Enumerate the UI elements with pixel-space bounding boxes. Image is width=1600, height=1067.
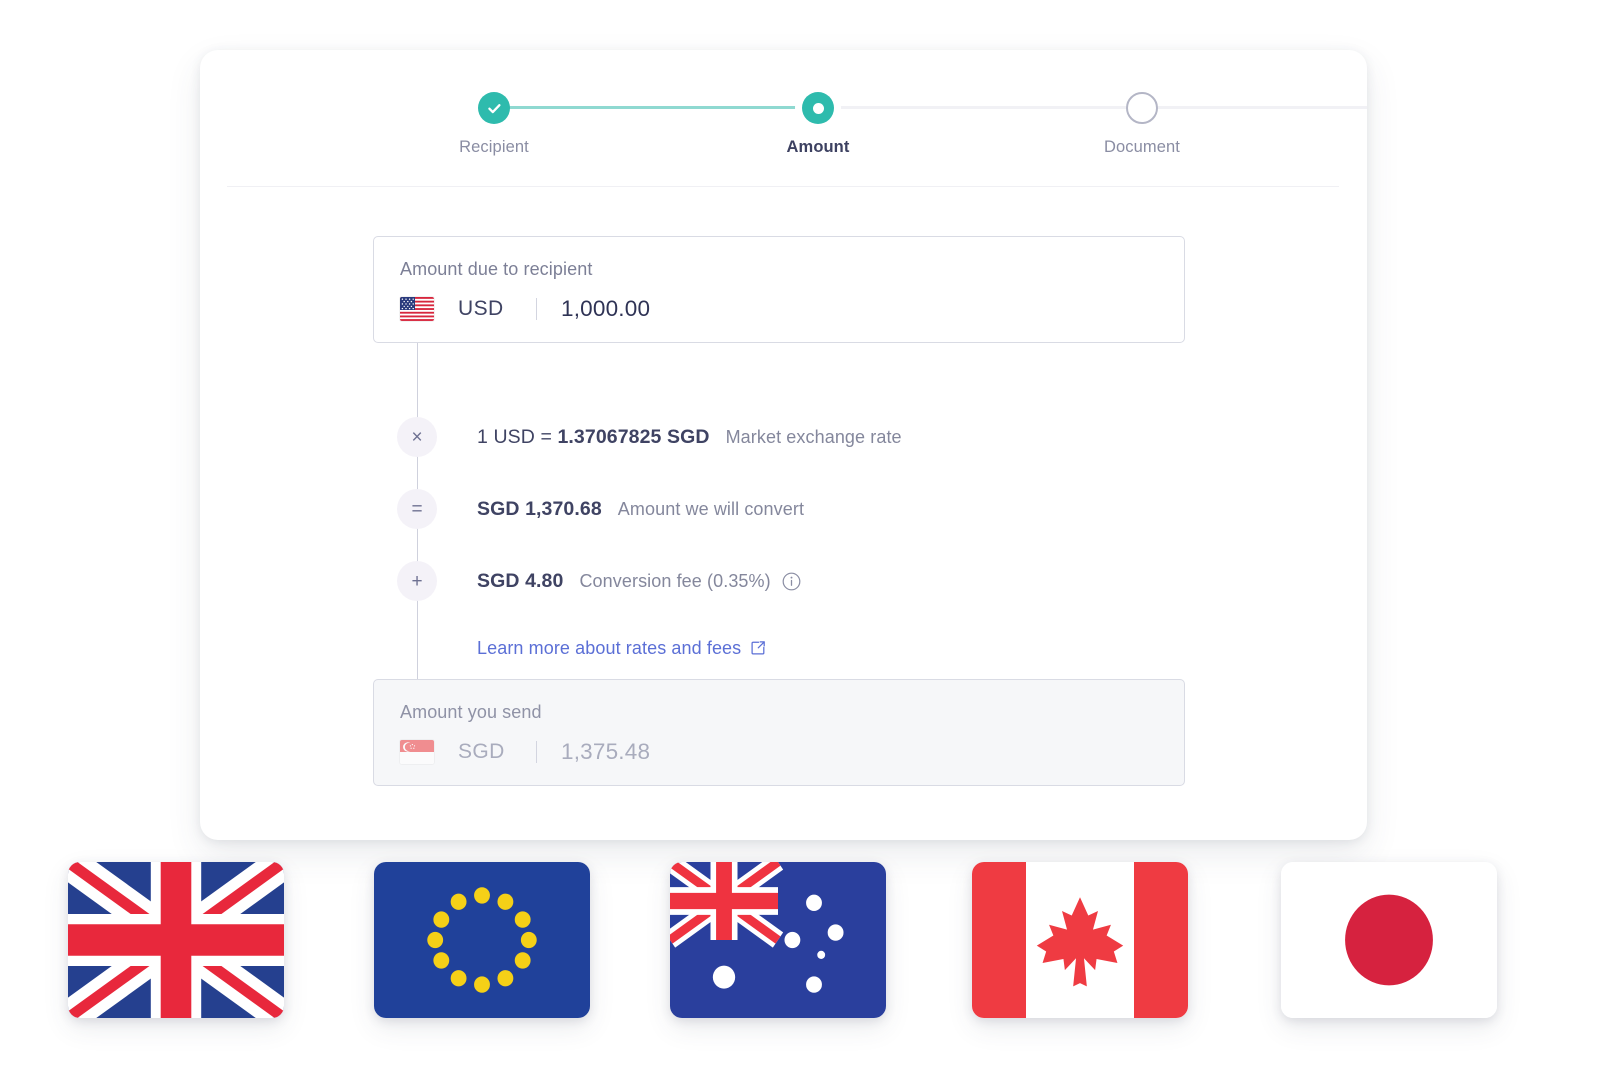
info-icon[interactable]: [782, 572, 801, 591]
recipient-amount-row: USD 1,000.00: [400, 296, 1158, 322]
send-amount-field: Amount you send SGD 1,375.48: [373, 679, 1185, 786]
multiply-icon: ×: [397, 417, 437, 457]
breakdown-rows: × 1 USD = 1.37067825 SGD Market exchange…: [373, 343, 1185, 679]
jp-flag-icon[interactable]: [1281, 862, 1497, 1018]
learn-more-rates-link[interactable]: Learn more about rates and fees: [477, 638, 766, 659]
ca-flag-icon[interactable]: [972, 862, 1188, 1018]
stepper-dot-wrap-document: [1067, 88, 1217, 128]
currency-flag-strip: [0, 862, 1600, 1042]
uk-flag-icon[interactable]: [68, 862, 284, 1018]
learn-more-label: Learn more about rates and fees: [477, 637, 742, 658]
external-link-icon: [750, 640, 766, 656]
recipient-amount-value[interactable]: 1,000.00: [561, 296, 650, 322]
header-divider: [227, 186, 1339, 187]
progress-stepper: Recipient Amount Document: [200, 50, 1367, 186]
conversion-fee-value: SGD 4.80: [477, 569, 564, 592]
stepper-label-recipient: Recipient: [459, 138, 529, 156]
eu-flag-icon[interactable]: [374, 862, 590, 1018]
exchange-rate-prefix: 1 USD =: [477, 425, 558, 448]
stepper-track: [494, 106, 1367, 109]
stepper-dot-wrap-recipient: [419, 88, 569, 128]
exchange-rate-value: 1 USD = 1.37067825 SGD: [477, 426, 710, 449]
empty-step-dot-icon: [1126, 92, 1158, 124]
exchange-rate-note: Market exchange rate: [725, 426, 902, 447]
exchange-rate-number: 1.37067825 SGD: [557, 425, 710, 448]
check-icon: [478, 92, 510, 124]
breakdown-row-fee: + SGD 4.80 Conversion fee (0.35%): [373, 545, 1185, 617]
recipient-amount-label: Amount due to recipient: [400, 259, 593, 279]
conversion-fee-note: Conversion fee (0.35%): [579, 570, 771, 591]
equals-icon: =: [397, 489, 437, 529]
field-separator: [536, 741, 537, 763]
field-separator: [536, 298, 537, 320]
au-flag-icon[interactable]: [670, 862, 886, 1018]
breakdown-row-convert: = SGD 1,370.68 Amount we will convert: [373, 473, 1185, 545]
active-step-dot-icon: [802, 92, 834, 124]
active-step-inner-dot: [812, 102, 824, 114]
send-amount-row: SGD 1,375.48: [400, 739, 1158, 765]
stepper-step-amount[interactable]: Amount: [743, 88, 893, 157]
page-root: Recipient Amount Document Amount due to …: [0, 0, 1600, 1067]
us-flag-icon[interactable]: [400, 297, 434, 321]
send-amount-value: 1,375.48: [561, 739, 651, 764]
breakdown-row-link: Learn more about rates and fees: [373, 617, 1185, 679]
stepper-step-document[interactable]: Document: [1067, 88, 1217, 157]
plus-icon: +: [397, 561, 437, 601]
rate-breakdown: × 1 USD = 1.37067825 SGD Market exchange…: [373, 343, 1185, 679]
convert-amount-note: Amount we will convert: [617, 498, 805, 519]
send-currency-code: SGD: [458, 740, 505, 763]
convert-amount-value: SGD 1,370.68: [477, 497, 602, 520]
amount-form: Amount due to recipient USD 1,000.00 × 1…: [373, 236, 1185, 786]
transfer-card: Recipient Amount Document Amount due to …: [200, 50, 1367, 840]
breakdown-row-rate: × 1 USD = 1.37067825 SGD Market exchange…: [373, 401, 1185, 473]
sg-flag-icon: [400, 740, 434, 764]
recipient-amount-field[interactable]: Amount due to recipient USD 1,000.00: [373, 236, 1185, 343]
send-amount-label: Amount you send: [400, 702, 542, 722]
stepper-label-document: Document: [1103, 138, 1180, 156]
stepper-dot-wrap-amount: [743, 88, 893, 128]
stepper-label-amount: Amount: [786, 138, 850, 156]
recipient-currency-code[interactable]: USD: [458, 297, 512, 321]
stepper-step-recipient[interactable]: Recipient: [419, 88, 569, 157]
